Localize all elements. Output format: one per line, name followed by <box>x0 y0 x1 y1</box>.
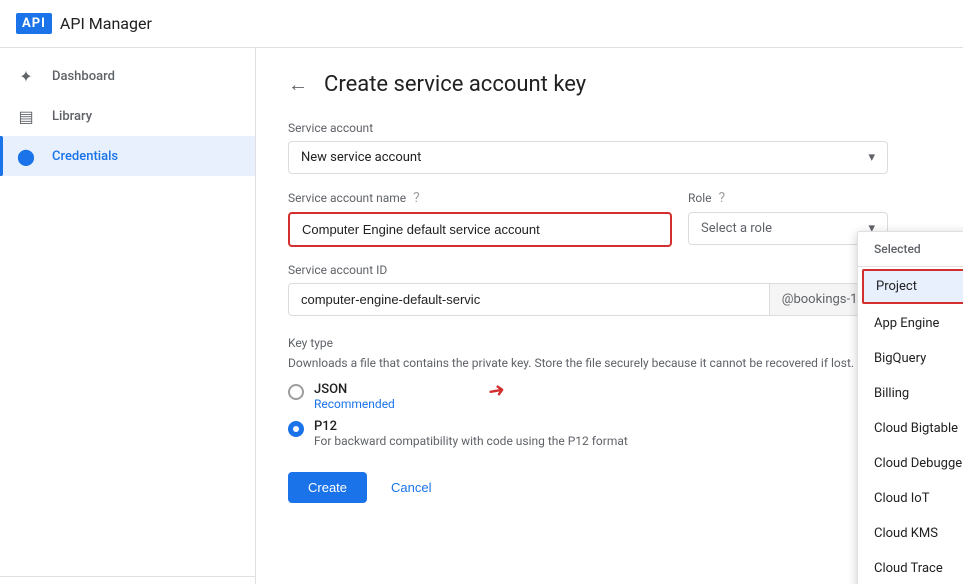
role-help-icon[interactable]: ? <box>719 190 726 206</box>
cancel-button[interactable]: Cancel <box>375 472 447 503</box>
create-button[interactable]: Create <box>288 472 367 503</box>
role-item-cloud-iot[interactable]: Cloud IoT ▶ <box>858 481 963 516</box>
key-type-desc: Downloads a file that contains the priva… <box>288 356 888 370</box>
app-title: API Manager <box>60 14 152 33</box>
role-item-label: Cloud KMS <box>874 526 938 541</box>
role-label: Role ? <box>688 190 888 206</box>
role-item-cloud-trace[interactable]: Cloud Trace ▶ <box>858 551 963 584</box>
dashboard-icon: ✦ <box>16 67 36 86</box>
service-account-name-input[interactable] <box>288 212 672 247</box>
role-item-label: Cloud Bigtable <box>874 421 958 436</box>
json-radio-label: JSON <box>314 382 395 397</box>
key-type-label: Key type <box>288 336 888 350</box>
api-badge: API <box>16 13 52 34</box>
p12-radio-item[interactable]: P12 For backward compatibility with code… <box>288 419 888 448</box>
role-item-bigquery[interactable]: BigQuery ▶ <box>858 341 963 376</box>
sidebar-item-label-dashboard: Dashboard <box>52 69 115 84</box>
main-content: ← Create service account key Service acc… <box>256 48 963 584</box>
service-account-id-row: @bookings-17... <box>288 283 888 316</box>
sidebar-item-library[interactable]: ▤ Library <box>0 96 255 136</box>
top-bar: API API Manager <box>0 0 963 48</box>
role-placeholder: Select a role <box>701 221 772 236</box>
back-button[interactable]: ← <box>288 72 308 97</box>
role-item-label: Billing <box>874 386 909 401</box>
sidebar-collapse-button[interactable]: ◁ <box>0 576 255 584</box>
role-item-app-engine[interactable]: App Engine ▶ <box>858 306 963 341</box>
page-title: Create service account key <box>324 72 586 97</box>
sidebar-item-label-credentials: Credentials <box>52 149 118 164</box>
name-col: Service account name ? <box>288 190 672 247</box>
sidebar-item-credentials[interactable]: ⬤ Credentials <box>0 136 255 176</box>
p12-radio-label: P12 <box>314 419 628 434</box>
name-role-row: Service account name ? Role ? Select a r… <box>288 190 888 247</box>
chevron-down-icon: ▾ <box>868 150 875 165</box>
json-radio-item[interactable]: JSON Recommended <box>288 382 888 411</box>
form-section: Service account New service account ▾ Se… <box>288 121 888 503</box>
service-account-value: New service account <box>301 150 421 165</box>
service-account-select[interactable]: New service account ▾ <box>288 141 888 174</box>
role-item-label: BigQuery <box>874 351 926 366</box>
service-account-label: Service account <box>288 121 888 135</box>
name-help-icon[interactable]: ? <box>413 190 420 206</box>
sidebar-item-label-library: Library <box>52 109 92 124</box>
p12-radio-button[interactable] <box>288 421 304 437</box>
sidebar: ✦ Dashboard ▤ Library ⬤ Credentials ◁ <box>0 48 256 584</box>
service-account-id-input[interactable] <box>288 283 770 316</box>
p12-radio-desc: For backward compatibility with code usi… <box>314 434 628 448</box>
role-item-project[interactable]: Project ▶ <box>862 269 963 304</box>
page-header: ← Create service account key <box>288 72 931 97</box>
json-radio-content: JSON Recommended <box>314 382 395 411</box>
radio-group: JSON Recommended P12 For backward compat… <box>288 382 888 448</box>
role-item-label: App Engine <box>874 316 939 331</box>
role-item-cloud-debugger[interactable]: Cloud Debugger ▶ <box>858 446 963 481</box>
role-item-billing[interactable]: Billing ▶ <box>858 376 963 411</box>
json-radio-button[interactable] <box>288 384 304 400</box>
service-account-id-label: Service account ID <box>288 263 888 277</box>
role-dropdown-header: Selected <box>858 232 963 267</box>
sidebar-item-dashboard[interactable]: ✦ Dashboard <box>0 56 255 96</box>
credentials-icon: ⬤ <box>16 147 36 166</box>
library-icon: ▤ <box>16 107 36 126</box>
role-item-label: Cloud IoT <box>874 491 929 506</box>
button-row: Create Cancel <box>288 472 888 503</box>
service-account-name-label: Service account name ? <box>288 190 672 206</box>
role-item-project-label: Project <box>876 279 917 294</box>
role-dropdown-panel: Selected Project ▶ App Engine ▶ BigQuery… <box>857 231 963 584</box>
p12-radio-content: P12 For backward compatibility with code… <box>314 419 628 448</box>
role-item-cloud-bigtable[interactable]: Cloud Bigtable ▶ <box>858 411 963 446</box>
key-type-section: Key type Downloads a file that contains … <box>288 336 888 448</box>
role-item-label: Cloud Debugger <box>874 456 963 471</box>
json-radio-sublabel: Recommended <box>314 397 395 411</box>
role-item-label: Cloud Trace <box>874 561 943 576</box>
service-account-id-section: Service account ID @bookings-17... <box>288 263 888 316</box>
body: ✦ Dashboard ▤ Library ⬤ Credentials ◁ ← … <box>0 48 963 584</box>
role-item-cloud-kms[interactable]: Cloud KMS ▶ <box>858 516 963 551</box>
